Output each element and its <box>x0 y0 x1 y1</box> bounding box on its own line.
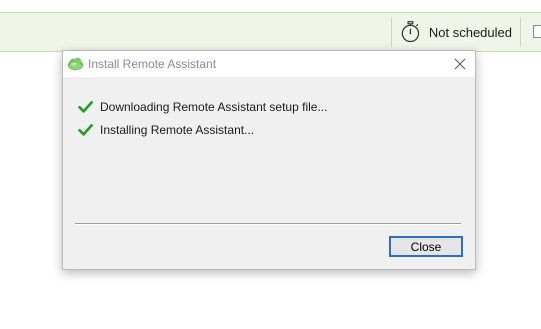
top-toolbar: Not scheduled <box>0 12 541 52</box>
dialog-titlebar[interactable]: Install Remote Assistant <box>63 51 475 77</box>
green-checkmark-icon <box>78 101 93 113</box>
step-label: Installing Remote Assistant... <box>100 123 255 137</box>
install-dialog: Install Remote Assistant Downloading Rem… <box>62 50 476 270</box>
schedule-label: Not scheduled <box>428 24 512 40</box>
screen: Not scheduled Install Remote Assistant D… <box>0 0 541 329</box>
toolbar-partial-button[interactable] <box>533 25 541 38</box>
close-button[interactable]: Close <box>389 236 463 257</box>
dialog-title: Install Remote Assistant <box>88 57 217 71</box>
step-item: Installing Remote Assistant... <box>78 121 254 139</box>
schedule-button[interactable]: Not scheduled <box>396 17 512 47</box>
toolbar-divider <box>391 17 392 47</box>
remote-assistant-cloud-icon <box>67 57 84 71</box>
toolbar-divider <box>520 17 521 47</box>
green-checkmark-icon <box>78 124 93 136</box>
dialog-separator <box>75 223 461 225</box>
step-item: Downloading Remote Assistant setup file.… <box>78 98 327 116</box>
stopwatch-icon <box>401 21 420 43</box>
close-icon[interactable] <box>453 57 467 71</box>
step-label: Downloading Remote Assistant setup file.… <box>100 100 328 114</box>
